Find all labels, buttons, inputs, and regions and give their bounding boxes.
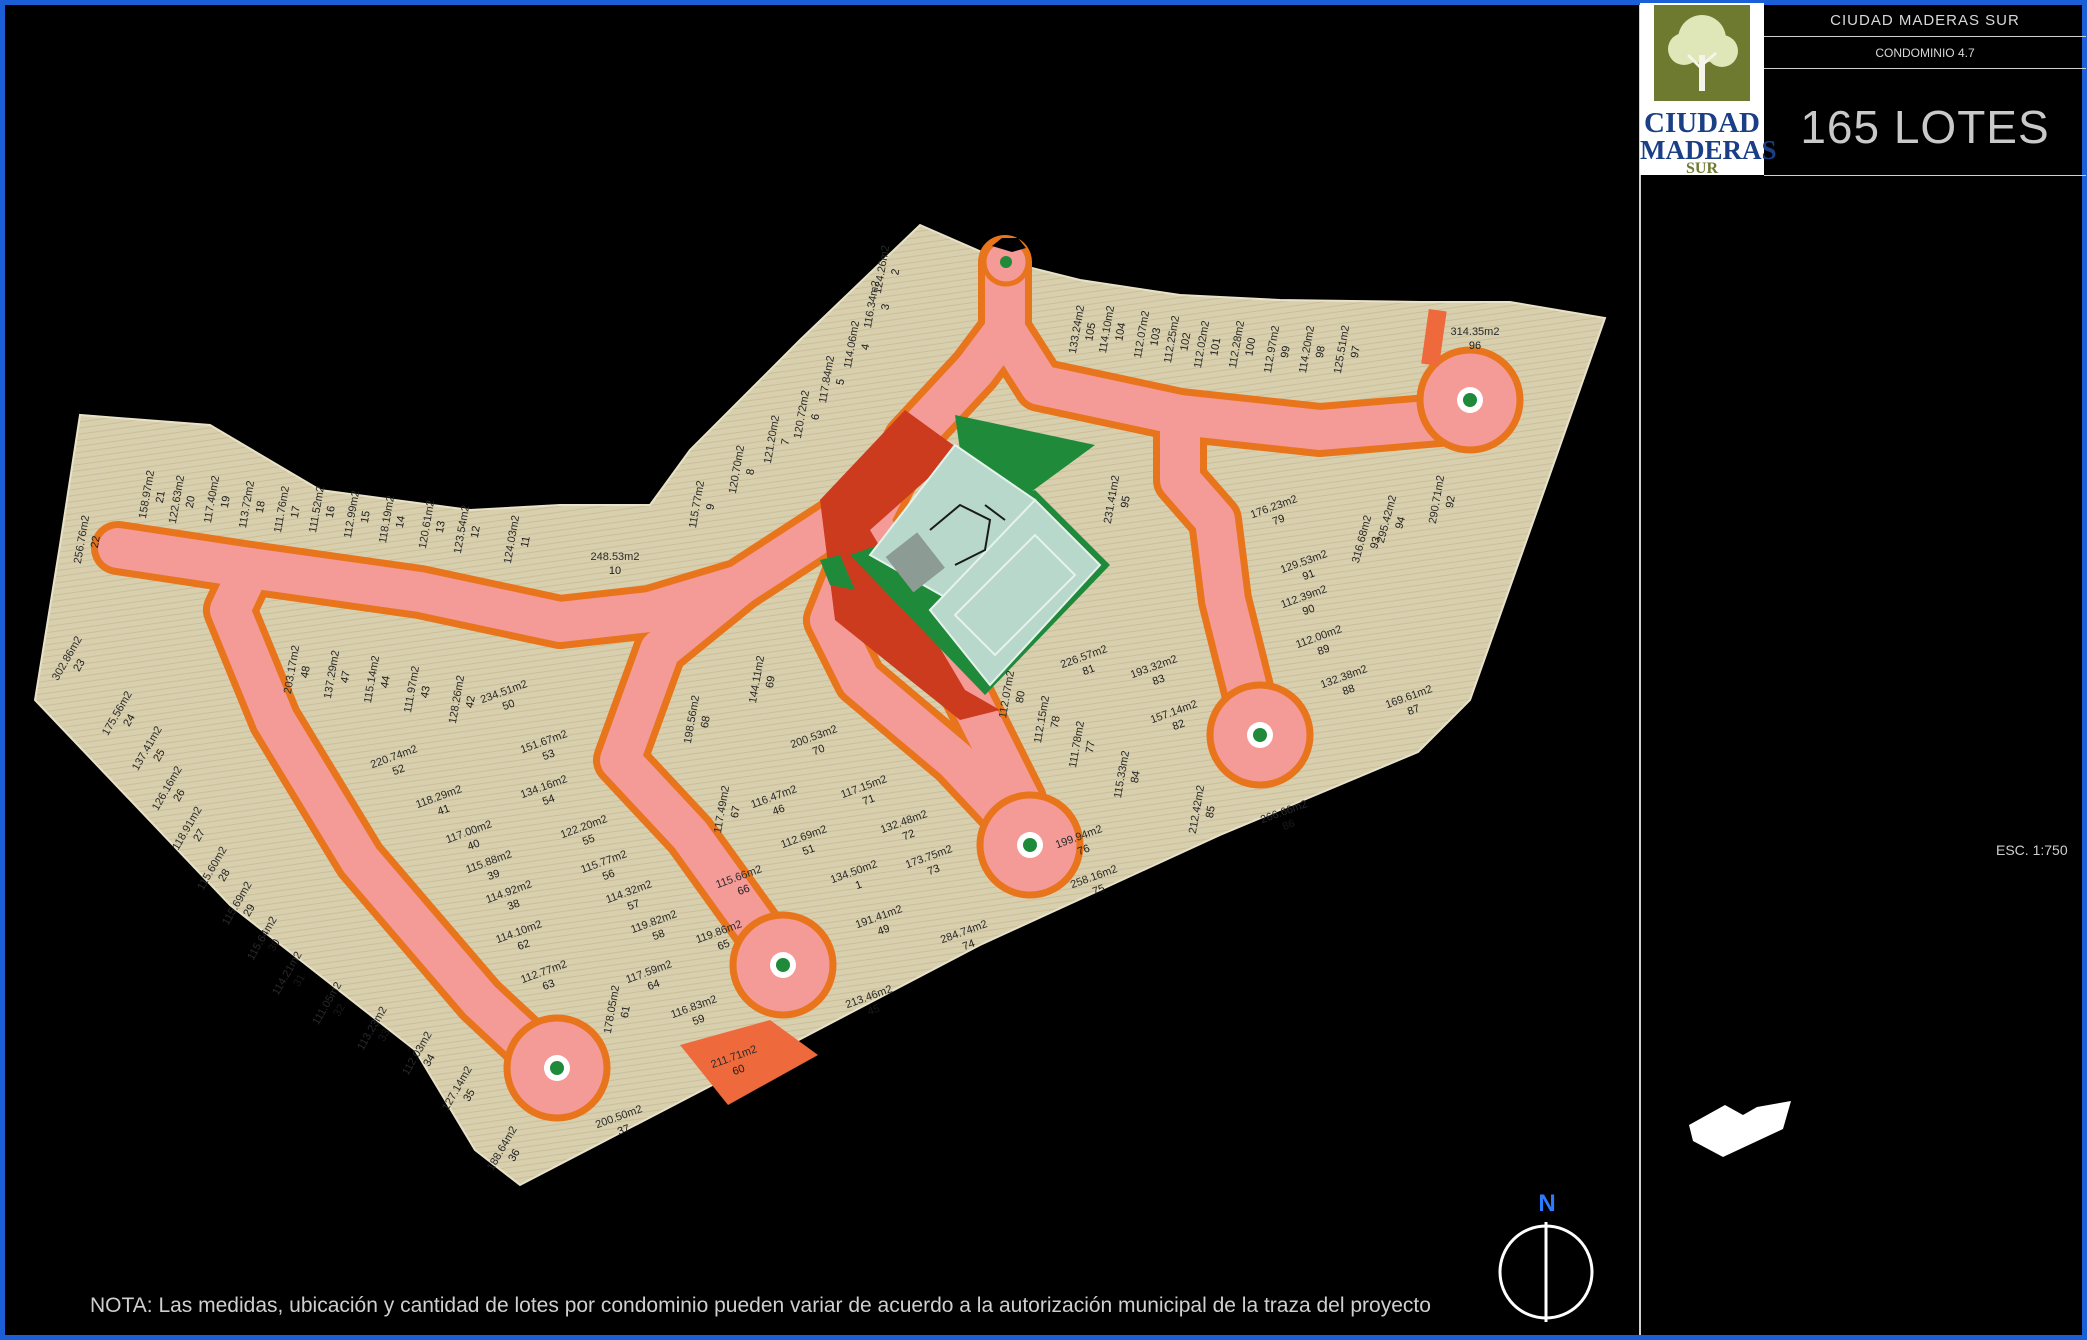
logo-line-1: CIUDAD	[1644, 107, 1760, 139]
lot-number: 97	[1349, 345, 1363, 359]
lot-area: 314.35m2	[1451, 326, 1500, 338]
header-rule	[1764, 175, 2086, 176]
cul-de-sac	[503, 1014, 611, 1122]
lot-number: 78	[1049, 715, 1063, 729]
lot-number: 17	[289, 505, 303, 519]
scale-label: ESC. 1:750	[1996, 842, 2068, 858]
lot-number: 15	[359, 510, 373, 524]
lot-number: 80	[1014, 690, 1028, 704]
lot-number: 19	[219, 495, 233, 509]
lot-number: 45	[866, 1003, 882, 1018]
lot-number: 98	[1314, 345, 1328, 359]
lot-number: 18	[254, 500, 268, 514]
north-arrow	[1498, 1222, 1594, 1322]
lot-number: 32	[331, 1002, 348, 1019]
subdivision-map: 248.53m210295.42m294314.35m296211.71m260…	[33, 223, 1607, 1322]
lot-number: 96	[1469, 340, 1481, 352]
ciudad-maderas-logo: CIUDAD MADERAS SUR	[1640, 3, 1777, 177]
logo-line-3: SUR	[1685, 160, 1718, 177]
cul-de-sac	[729, 911, 837, 1019]
development-name: CIUDAD MADERAS SUR	[1830, 12, 2020, 29]
lot-number: 47	[339, 670, 353, 684]
lot-number: 95	[1119, 495, 1133, 509]
lot-number: 85	[1204, 805, 1218, 819]
tree-icon	[1654, 5, 1750, 101]
condominium-label: CONDOMINIO 4.7	[1875, 46, 1975, 60]
lot-number: 99	[1279, 345, 1293, 359]
lot-number: 14	[394, 515, 408, 529]
cul-de-sac	[1206, 681, 1314, 789]
lot-number: 77	[1084, 740, 1098, 754]
lot-number: 92	[1444, 495, 1458, 509]
lot-number: 86	[1281, 818, 1297, 833]
lot-number: 20	[184, 495, 198, 509]
site-location-key	[1689, 1101, 1791, 1157]
header-rule	[1764, 36, 2086, 37]
lot-number: 67	[729, 805, 743, 819]
lot-number: 10	[609, 565, 621, 577]
header-rule	[1764, 68, 2086, 69]
lot-number: 22	[89, 535, 103, 549]
lot-number: 43	[419, 685, 433, 699]
panel-divider	[1639, 5, 1641, 1335]
north-label: N	[1538, 1190, 1556, 1217]
lot-number: 42	[464, 695, 478, 709]
lot-number: 12	[469, 525, 483, 539]
lot-number: 44	[379, 675, 393, 689]
lot-number: 13	[434, 520, 448, 534]
lot-number: 69	[764, 675, 778, 689]
lot-number: 84	[1129, 770, 1143, 784]
lot-number: 11	[519, 535, 533, 548]
disclaimer-note: NOTA: Las medidas, ubicación y cantidad …	[90, 1294, 1431, 1317]
lot-count-label: 165 LOTES	[1800, 101, 2050, 153]
lot-number: 21	[154, 490, 168, 504]
lot-number: 61	[619, 1005, 633, 1019]
lot-number: 48	[299, 665, 313, 679]
lot-area: 248.53m2	[591, 551, 640, 563]
lot-number: 68	[699, 715, 713, 729]
lot-number: 16	[324, 505, 338, 519]
lot-number: 31	[291, 972, 308, 989]
